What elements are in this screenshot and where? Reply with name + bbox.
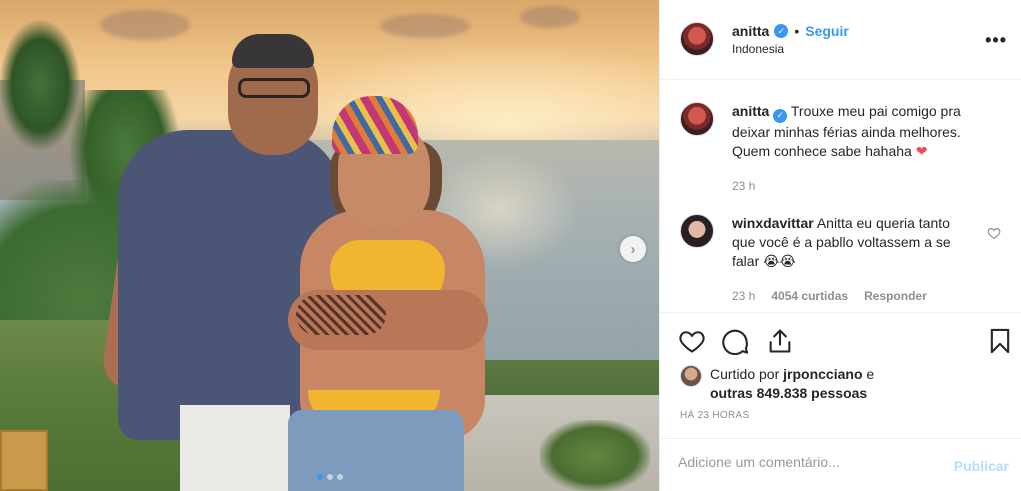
likes-prefix: Curtido por bbox=[710, 366, 780, 382]
avatar[interactable] bbox=[680, 214, 714, 248]
carousel-next-button[interactable]: › bbox=[620, 236, 646, 262]
likes-summary: Curtido por jrponcciano e outras 849.838… bbox=[680, 365, 874, 403]
liker-username-link[interactable]: jrponcciano bbox=[783, 366, 862, 382]
username-link[interactable]: anitta bbox=[732, 103, 769, 119]
henna-tattoo bbox=[296, 295, 386, 335]
avatar[interactable] bbox=[680, 22, 714, 56]
bush bbox=[540, 420, 650, 491]
username-link[interactable]: winxdavittar bbox=[732, 215, 814, 231]
follow-button[interactable]: Seguir bbox=[805, 23, 849, 39]
caption: anitta ✓ Trouxe meu pai comigo pra deixa… bbox=[680, 102, 992, 161]
comment-input[interactable] bbox=[678, 454, 938, 470]
caption-text: anitta ✓ Trouxe meu pai comigo pra deixa… bbox=[732, 102, 992, 161]
location-link[interactable]: Indonesia bbox=[732, 42, 784, 56]
chevron-right-icon: › bbox=[630, 240, 636, 258]
post-sidebar: anitta ✓ • Seguir Indonesia ••• anitta ✓… bbox=[659, 0, 1021, 491]
reply-button[interactable]: Responder bbox=[864, 289, 927, 303]
separator: • bbox=[794, 23, 800, 39]
carousel-dot bbox=[337, 474, 343, 480]
crying-emoji: 😭😭 bbox=[763, 253, 796, 269]
post-timestamp[interactable]: HÁ 23 HORAS bbox=[680, 410, 749, 421]
likes-others-link[interactable]: outras 849.838 pessoas bbox=[710, 385, 867, 401]
header-user: anitta ✓ • Seguir bbox=[732, 23, 849, 39]
comment-form: Publicar bbox=[660, 438, 1021, 491]
carousel-dot bbox=[317, 474, 323, 480]
comment-like-heart-icon[interactable] bbox=[987, 226, 1001, 240]
bookmark-icon[interactable] bbox=[986, 327, 1014, 355]
publish-button[interactable]: Publicar bbox=[954, 458, 1009, 474]
heart-icon[interactable] bbox=[678, 327, 706, 355]
caption-time[interactable]: 23 h bbox=[732, 179, 755, 193]
cloud bbox=[100, 10, 190, 40]
man-hair bbox=[232, 34, 314, 68]
comment-meta: 23 h 4054 curtidas Responder bbox=[732, 289, 927, 303]
heart-emoji: ❤ bbox=[915, 142, 928, 159]
cloud bbox=[380, 14, 470, 38]
avatar[interactable] bbox=[680, 102, 714, 136]
man-pants bbox=[180, 405, 290, 491]
post-header: anitta ✓ • Seguir Indonesia ••• bbox=[660, 0, 1021, 80]
comment-icon[interactable] bbox=[722, 327, 750, 355]
palm-tree bbox=[0, 20, 80, 150]
comment-likes[interactable]: 4054 curtidas bbox=[771, 289, 848, 303]
man-glasses bbox=[238, 78, 310, 98]
comment-item: winxdavittar Anitta eu queria tanto que … bbox=[680, 214, 972, 271]
avatar[interactable] bbox=[680, 365, 702, 387]
comment-time[interactable]: 23 h bbox=[732, 289, 755, 303]
wooden-crate bbox=[0, 430, 48, 491]
carousel-dot bbox=[327, 474, 333, 480]
more-options-icon[interactable]: ••• bbox=[985, 30, 1007, 51]
carousel-dots bbox=[317, 474, 343, 480]
likes-text: Curtido por jrponcciano e outras 849.838… bbox=[710, 365, 874, 403]
post-photo[interactable]: › bbox=[0, 0, 659, 491]
comment-text: winxdavittar Anitta eu queria tanto que … bbox=[732, 214, 972, 271]
verified-badge-icon: ✓ bbox=[774, 24, 789, 38]
likes-connector: e bbox=[866, 366, 875, 382]
cloud bbox=[520, 6, 580, 28]
woman-jeans bbox=[288, 410, 464, 491]
verified-badge-icon: ✓ bbox=[773, 108, 788, 123]
share-icon[interactable] bbox=[766, 327, 794, 355]
post-actions: Curtido por jrponcciano e outras 849.838… bbox=[660, 312, 1021, 438]
username-link[interactable]: anitta bbox=[732, 23, 769, 39]
caption-meta: 23 h bbox=[732, 179, 755, 193]
